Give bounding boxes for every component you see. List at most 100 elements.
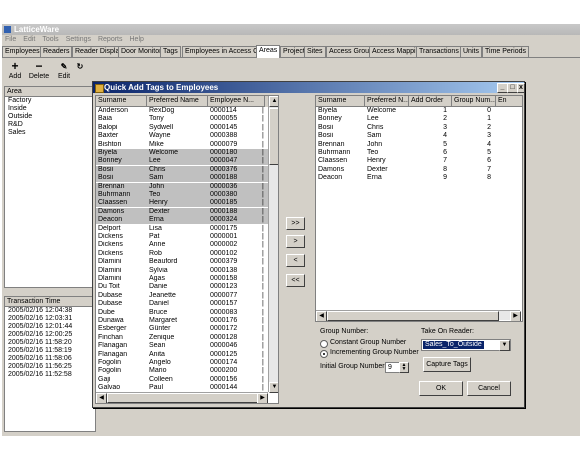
refresh-button[interactable]: ↻ bbox=[72, 59, 88, 84]
menu-item-file[interactable]: File bbox=[5, 36, 16, 43]
table-row[interactable]: Biyela Welcome 1 0 bbox=[316, 107, 522, 115]
table-row[interactable]: Dickens Anne 0000002 | bbox=[96, 241, 268, 249]
list-item[interactable]: 2005/02/16 11:52:58 bbox=[5, 371, 95, 379]
add-all-button[interactable]: >> bbox=[286, 217, 305, 230]
tab-door-monitor[interactable]: Door Monitor bbox=[118, 46, 165, 57]
list-item[interactable]: 2005/02/16 11:58:20 bbox=[5, 339, 95, 347]
take-on-reader-select[interactable]: Sales_To_Outside ▼ bbox=[421, 339, 511, 351]
cancel-button[interactable]: Cancel bbox=[467, 381, 511, 396]
scroll-up-icon[interactable]: ▲ bbox=[269, 96, 278, 107]
table-row[interactable]: Claassen Henry 7 6 bbox=[316, 157, 522, 165]
tab-employees[interactable]: Employees bbox=[2, 46, 43, 57]
close-icon[interactable]: x bbox=[517, 83, 525, 93]
list-item[interactable]: 2005/02/16 12:04:38 bbox=[5, 307, 95, 315]
tab-areas[interactable]: Areas bbox=[256, 45, 281, 58]
table-row[interactable]: Deacon Erna 9 8 bbox=[316, 174, 522, 182]
col-en[interactable]: En bbox=[496, 96, 522, 107]
table-row[interactable]: Bosii Sam 0000188 | bbox=[96, 174, 268, 183]
table-row[interactable]: Dickens Pat 0000001 | bbox=[96, 233, 268, 241]
list-item[interactable]: 2005/02/16 11:58:06 bbox=[5, 355, 95, 363]
initial-group-stepper[interactable]: ▲ ▼ bbox=[399, 362, 409, 373]
table-row[interactable]: Dickens Rob 0000102 | bbox=[96, 250, 268, 258]
table-row[interactable]: Buhrmann Teo 0000380 | bbox=[96, 191, 268, 199]
incrementing-group-radio[interactable] bbox=[320, 350, 328, 358]
tab-transactions[interactable]: Transactions bbox=[416, 46, 462, 57]
col-group-number[interactable]: Group Num... bbox=[452, 96, 496, 107]
selected-employee-grid[interactable]: Surname Preferred N... Add Order Group N… bbox=[315, 95, 523, 322]
ok-button[interactable]: OK bbox=[419, 381, 463, 396]
table-row[interactable]: Dlamini Beauford 0000379 | bbox=[96, 258, 268, 266]
hscroll-thumb[interactable] bbox=[107, 393, 259, 403]
table-row[interactable]: Brennan John 5 4 bbox=[316, 141, 522, 149]
table-row[interactable]: Anderson RexDog 0000114 | bbox=[96, 107, 268, 115]
table-row[interactable]: Dlamini Agas 0000158 | bbox=[96, 275, 268, 283]
table-row[interactable]: Damons Dexter 8 7 bbox=[316, 166, 522, 174]
col-employee-number[interactable]: Employee N... bbox=[208, 96, 265, 107]
table-row[interactable]: Brennan John 0000036 | bbox=[96, 182, 268, 191]
col-preferred-name[interactable]: Preferred N... bbox=[365, 96, 409, 107]
area-list[interactable]: Area Factory Inside Outside R&D Sales bbox=[4, 86, 96, 288]
table-row[interactable]: Dube Bruce 0000083 | bbox=[96, 309, 268, 317]
menu-item-help[interactable]: Help bbox=[130, 36, 144, 43]
tab-readers[interactable]: Readers bbox=[40, 46, 73, 57]
table-row[interactable]: Flanagan Anita 0000125 | bbox=[96, 351, 268, 359]
selected-grid-hscroll[interactable]: ◀ ▶ bbox=[316, 310, 521, 321]
table-row[interactable]: Fogolin Mario 0000200 | bbox=[96, 367, 268, 375]
tab-tags[interactable]: Tags bbox=[160, 46, 181, 57]
remove-all-button[interactable]: << bbox=[286, 274, 305, 287]
constant-group-radio[interactable] bbox=[320, 340, 328, 348]
table-row[interactable]: Du Toit Danie 0000123 | bbox=[96, 283, 268, 291]
list-item[interactable]: Inside bbox=[5, 105, 95, 113]
table-row[interactable]: Fogolin Angelo 0000174 | bbox=[96, 359, 268, 367]
capture-tags-button[interactable]: Capture Tags bbox=[423, 357, 471, 372]
menu-item-reports[interactable]: Reports bbox=[98, 36, 123, 43]
table-row[interactable]: Dunawa Margaret 0000176 | bbox=[96, 317, 268, 325]
table-row[interactable]: Dubase Jeanette 0000077 | bbox=[96, 292, 268, 300]
table-row[interactable]: Buhrmann Teo 6 5 bbox=[316, 149, 522, 157]
table-row[interactable]: Dlamini Sylvia 0000138 | bbox=[96, 267, 268, 275]
col-preferred-name[interactable]: Preferred Name bbox=[147, 96, 208, 107]
hscroll-thumb[interactable] bbox=[327, 311, 499, 321]
remove-selected-button[interactable]: < bbox=[286, 254, 305, 267]
delete-button[interactable]: − Delete bbox=[26, 59, 52, 84]
table-row[interactable]: Gaji Colleen 0000156 | bbox=[96, 376, 268, 384]
chevron-down-icon[interactable]: ▼ bbox=[499, 340, 510, 351]
col-surname[interactable]: Surname bbox=[96, 96, 147, 107]
scroll-thumb[interactable] bbox=[269, 108, 278, 165]
list-item[interactable]: R&D bbox=[5, 121, 95, 129]
table-row[interactable]: Balopi Sydwell 0000145 | bbox=[96, 124, 268, 132]
transaction-list[interactable]: Transaction Time 2005/02/16 12:04:38 2005… bbox=[4, 296, 96, 432]
list-item[interactable]: Sales bbox=[5, 129, 95, 137]
table-row[interactable]: Bonney Lee 2 1 bbox=[316, 115, 522, 123]
col-add-order[interactable]: Add Order bbox=[409, 96, 452, 107]
scroll-left-icon[interactable]: ◀ bbox=[96, 393, 107, 403]
scroll-right-icon[interactable]: ▶ bbox=[510, 311, 521, 321]
tab-time-periods[interactable]: Time Periods bbox=[482, 46, 529, 57]
add-button[interactable]: + Add bbox=[4, 59, 26, 84]
col-surname[interactable]: Surname bbox=[316, 96, 365, 107]
table-row[interactable]: Delport Lisa 0000175 | bbox=[96, 225, 268, 233]
list-item[interactable]: 2005/02/16 11:58:19 bbox=[5, 347, 95, 355]
menu-item-tools[interactable]: Tools bbox=[42, 36, 58, 43]
table-row[interactable]: Deacon Erna 0000324 | bbox=[96, 216, 268, 225]
employee-grid-vscroll[interactable]: ▲ ▼ bbox=[268, 96, 278, 393]
table-row[interactable]: Bosii Chris 3 2 bbox=[316, 124, 522, 132]
table-row[interactable]: Damons Dexter 0000188 | bbox=[96, 207, 268, 216]
list-item[interactable]: 2005/02/16 12:01:44 bbox=[5, 323, 95, 331]
table-row[interactable]: Biyela Welcome 0000180 | bbox=[96, 149, 268, 157]
table-row[interactable]: Bosii Chris 0000376 | bbox=[96, 165, 268, 174]
table-row[interactable]: Dubase Daniel 0000157 | bbox=[96, 300, 268, 308]
table-row[interactable]: Bosii Sam 4 3 bbox=[316, 132, 522, 140]
tab-sites[interactable]: Sites bbox=[304, 46, 326, 57]
table-row[interactable]: Baia Tony 0000055 | bbox=[96, 115, 268, 123]
scroll-left-icon[interactable]: ◀ bbox=[316, 311, 327, 321]
list-item[interactable]: Factory bbox=[5, 97, 95, 105]
table-row[interactable]: Esberger Günter 0000172 | bbox=[96, 325, 268, 333]
add-selected-button[interactable]: > bbox=[286, 235, 305, 248]
list-item[interactable]: 2005/02/16 12:00:25 bbox=[5, 331, 95, 339]
list-item[interactable]: 2005/02/16 11:56:25 bbox=[5, 363, 95, 371]
employee-grid[interactable]: Surname Preferred Name Employee N... And… bbox=[95, 95, 279, 404]
menu-item-edit[interactable]: Edit bbox=[23, 36, 35, 43]
menu-item-settings[interactable]: Settings bbox=[66, 36, 91, 43]
list-item[interactable]: 2005/02/16 12:03:31 bbox=[5, 315, 95, 323]
